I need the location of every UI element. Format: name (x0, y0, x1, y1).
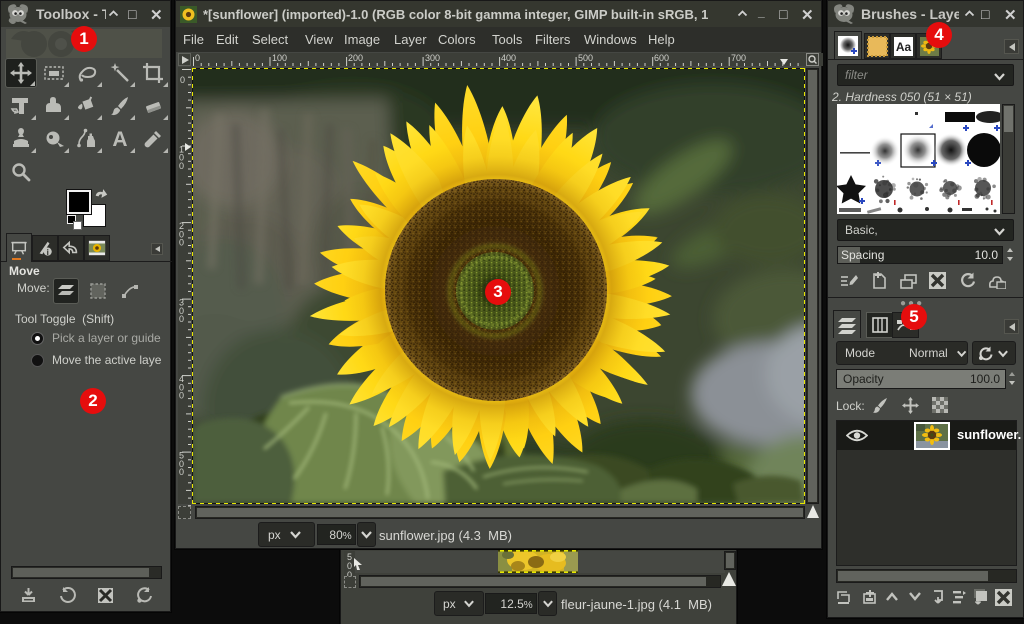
svg-text:0: 0 (195, 53, 200, 63)
svg-text:200: 200 (348, 53, 363, 63)
svg-text:i: i (47, 248, 49, 257)
svg-text:600: 600 (654, 53, 669, 63)
svg-text:100: 100 (272, 53, 287, 63)
svg-text:400: 400 (501, 53, 516, 63)
svg-text:0: 0 (179, 314, 184, 324)
svg-text:0: 0 (179, 238, 184, 248)
svg-text:A: A (112, 128, 127, 150)
svg-text:700: 700 (731, 53, 746, 63)
svg-text:0: 0 (180, 75, 185, 85)
svg-text:300: 300 (425, 53, 440, 63)
svg-text:0: 0 (179, 161, 184, 171)
svg-text:0: 0 (179, 467, 184, 477)
svg-text:0: 0 (179, 391, 184, 401)
svg-text:500: 500 (578, 53, 593, 63)
svg-text:Aa: Aa (895, 40, 911, 54)
